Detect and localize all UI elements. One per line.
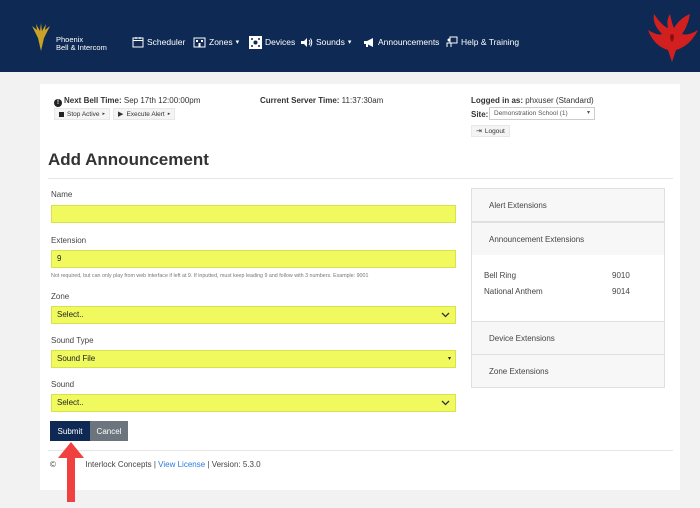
view-license-link[interactable]: View License bbox=[158, 460, 205, 469]
submit-button[interactable]: Submit bbox=[50, 421, 90, 441]
zone-label: Zone bbox=[51, 292, 70, 301]
bell-actions: Stop Active ▸ ▶ Execute Alert ▸ bbox=[54, 108, 176, 120]
nav-zones-label: Zones bbox=[209, 37, 233, 47]
chevron-down-icon: ▾ bbox=[586, 110, 590, 116]
brand[interactable]: Phoenix Bell & Intercom bbox=[30, 22, 140, 54]
phoenix-bird-logo-icon bbox=[648, 14, 698, 62]
chevron-down-icon: ▾ bbox=[235, 39, 240, 46]
list-item: Bell Ring bbox=[484, 271, 517, 280]
extension-label: Extension bbox=[51, 236, 87, 245]
top-navbar: Phoenix Bell & Intercom Scheduler Zones … bbox=[0, 0, 700, 72]
devices-icon bbox=[249, 35, 262, 49]
chevron-down-icon bbox=[441, 312, 450, 318]
building-icon bbox=[193, 37, 206, 48]
megaphone-icon bbox=[364, 37, 373, 47]
name-field[interactable] bbox=[51, 205, 456, 223]
extension-help-text: Not required, but can only play from web… bbox=[51, 273, 369, 279]
nav-announcements[interactable]: Announcements bbox=[363, 35, 439, 49]
list-item: National Anthem bbox=[484, 287, 543, 296]
chevron-down-icon bbox=[441, 400, 450, 406]
sound-type-label: Sound Type bbox=[51, 336, 94, 345]
caret-right-icon: ▸ bbox=[167, 111, 171, 117]
list-item-ext: 9010 bbox=[612, 271, 630, 280]
speaker-icon bbox=[301, 37, 313, 47]
execute-alert-button[interactable]: ▶ Execute Alert ▸ bbox=[113, 108, 176, 120]
chevron-down-icon: ▾ bbox=[447, 356, 451, 362]
nav-help-training[interactable]: Help & Training bbox=[446, 35, 519, 49]
alert-extensions-panel[interactable]: Alert Extensions bbox=[471, 188, 665, 222]
zone-select[interactable]: Select.. bbox=[51, 306, 456, 324]
logout-button[interactable]: ⇥ Logout bbox=[471, 125, 510, 137]
play-icon: ▶ bbox=[118, 111, 124, 118]
cancel-button[interactable]: Cancel bbox=[90, 421, 128, 441]
chevron-down-icon: ▾ bbox=[347, 39, 352, 46]
info-icon: ! bbox=[54, 99, 62, 107]
phoenix-logo-icon bbox=[32, 23, 50, 51]
announcement-extensions-list: Bell Ring 9010 National Anthem 9014 bbox=[471, 255, 665, 322]
divider bbox=[48, 178, 673, 179]
extension-field[interactable]: 9 bbox=[51, 250, 456, 268]
logged-in-as: Logged in as: phxuser (Standard) bbox=[471, 96, 594, 105]
nav-help-training-label: Help & Training bbox=[461, 37, 520, 47]
nav-scheduler-label: Scheduler bbox=[147, 37, 186, 47]
stop-icon bbox=[59, 111, 64, 117]
sound-label: Sound bbox=[51, 380, 75, 389]
page-title: Add Announcement bbox=[48, 150, 209, 169]
divider bbox=[48, 450, 673, 451]
nav-zones[interactable]: Zones ▾ bbox=[193, 35, 239, 49]
announcement-extensions-panel[interactable]: Announcement Extensions bbox=[471, 222, 665, 256]
nav-scheduler[interactable]: Scheduler bbox=[132, 35, 185, 49]
nav-devices[interactable]: Devices bbox=[249, 35, 295, 49]
nav-announcements-label: Announcements bbox=[378, 37, 440, 47]
calendar-icon bbox=[132, 37, 144, 48]
help-training-icon bbox=[446, 36, 458, 47]
nav-sounds-label: Sounds bbox=[316, 37, 345, 47]
next-bell-time: ! Next Bell Time: Sep 17th 12:00:00pm bbox=[54, 96, 200, 107]
caret-right-icon: ▸ bbox=[102, 111, 106, 117]
nav-devices-label: Devices bbox=[265, 37, 296, 47]
site-select[interactable]: Demonstration School (1) ▾ bbox=[489, 107, 595, 120]
brand-subtitle: Bell & Intercom bbox=[56, 43, 107, 52]
server-time: Current Server Time: 11:37:30am bbox=[260, 96, 384, 105]
sound-type-select[interactable]: Sound File ▾ bbox=[51, 350, 456, 368]
list-item-ext: 9014 bbox=[612, 287, 630, 296]
zone-extensions-panel[interactable]: Zone Extensions bbox=[471, 354, 665, 388]
site-label: Site: bbox=[471, 110, 489, 119]
red-arrow-icon bbox=[58, 442, 84, 502]
device-extensions-panel[interactable]: Device Extensions bbox=[471, 321, 665, 355]
name-label: Name bbox=[51, 190, 73, 199]
stop-active-button[interactable]: Stop Active ▸ bbox=[54, 108, 111, 120]
logout-icon: ⇥ bbox=[476, 128, 482, 135]
nav-sounds[interactable]: Sounds ▾ bbox=[300, 35, 351, 49]
sound-select[interactable]: Select.. bbox=[51, 394, 456, 412]
main-card: ! Next Bell Time: Sep 17th 12:00:00pm Sto… bbox=[40, 84, 680, 502]
